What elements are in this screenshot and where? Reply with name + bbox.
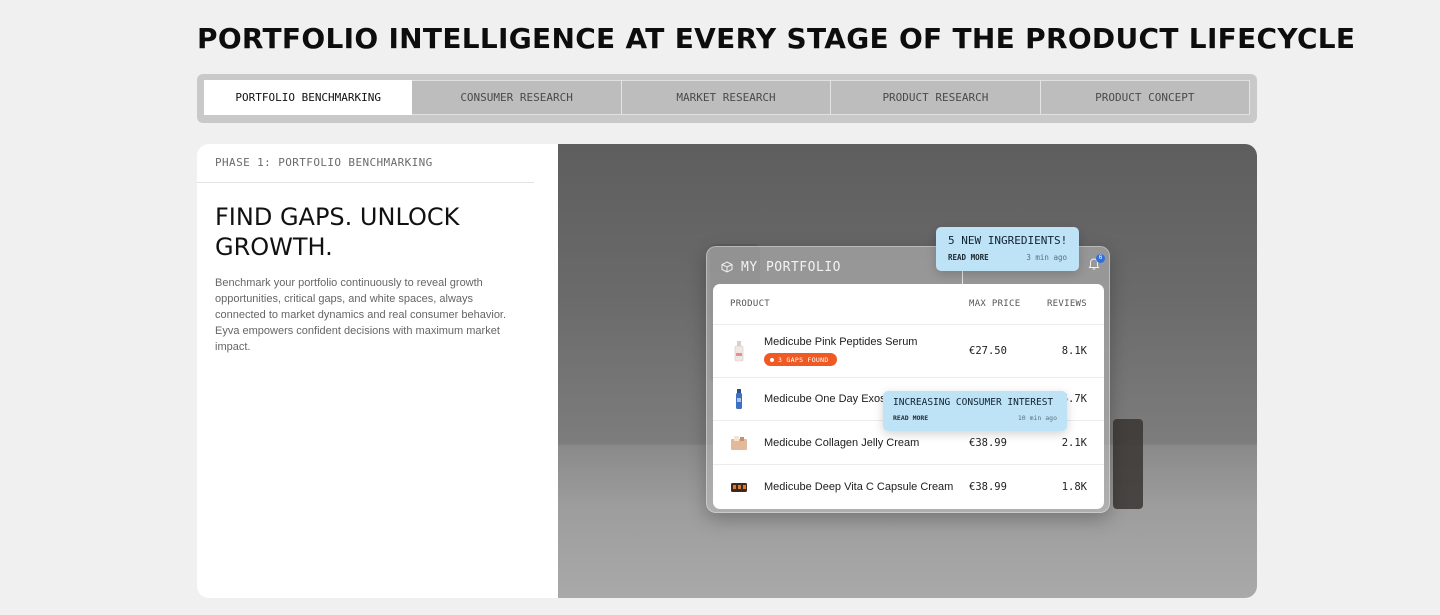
read-more-link[interactable]: READ MORE (893, 414, 928, 422)
tab-market-research[interactable]: MARKET RESEARCH (621, 80, 832, 115)
table-row[interactable]: Medicube Deep Vita C Capsule Cream €38.9… (713, 465, 1104, 508)
serum-bottle-icon (730, 340, 748, 362)
product-reviews: 8.1K (1061, 345, 1087, 357)
product-name: Medicube Collagen Jelly Cream (764, 436, 920, 449)
tab-consumer-research[interactable]: CONSUMER RESEARCH (412, 80, 622, 115)
callout-pointer (962, 271, 963, 285)
product-price: €38.99 (969, 480, 1007, 493)
cream-jar-icon (730, 432, 748, 454)
tab-product-research[interactable]: PRODUCT RESEARCH (831, 80, 1041, 115)
page-heading: PORTFOLIO INTELLIGENCE AT EVERY STAGE OF… (197, 22, 1356, 55)
table-row[interactable]: Medicube Pink Peptides Serum 3 GAPS FOUN… (713, 325, 1104, 378)
column-product: PRODUCT (730, 299, 771, 309)
callout-title: INCREASING CONSUMER INTEREST (893, 397, 1054, 408)
callout-title: 5 NEW INGREDIENTS! (948, 234, 1068, 247)
blue-bottle-icon (730, 388, 748, 410)
product-name: Medicube Deep Vita C Capsule Cream (764, 480, 954, 493)
product-price: €38.99 (969, 436, 1007, 449)
callout-time: 10 min ago (1017, 414, 1057, 422)
product-reviews: 2.1K (1061, 436, 1087, 449)
lifecycle-tabs: PORTFOLIO BENCHMARKING CONSUMER RESEARCH… (197, 74, 1257, 123)
read-more-link[interactable]: READ MORE (948, 253, 989, 262)
phase-divider (197, 182, 534, 183)
cube-icon (721, 261, 733, 273)
portfolio-header: MY PORTFOLIO (721, 257, 841, 277)
column-max-price: MAX PRICE (969, 299, 1021, 309)
table-header: PRODUCT MAX PRICE REVIEWS (713, 284, 1104, 325)
background-jar (1113, 419, 1143, 509)
product-visual: MY PORTFOLIO 6 PRODUCT MAX PRICE REVIEWS (558, 144, 1257, 598)
product-name: Medicube Pink Peptides Serum (764, 336, 918, 348)
phase-description: Benchmark your portfolio continuously to… (215, 277, 507, 353)
portfolio-panel: MY PORTFOLIO 6 PRODUCT MAX PRICE REVIEWS (706, 246, 1110, 513)
product-price: €27.50 (969, 345, 1007, 357)
callout-time: 3 min ago (1026, 253, 1067, 262)
portfolio-title: MY PORTFOLIO (741, 259, 841, 275)
callout-consumer-interest[interactable]: INCREASING CONSUMER INTEREST READ MORE 1… (883, 391, 1067, 431)
gaps-badge[interactable]: 3 GAPS FOUND (764, 353, 837, 366)
phase-text-panel: PHASE 1: PORTFOLIO BENCHMARKING FIND GAP… (197, 144, 558, 598)
phase-title: FIND GAPS. UNLOCK GROWTH. (215, 203, 460, 261)
phase-label: PHASE 1: PORTFOLIO BENCHMARKING (215, 156, 433, 169)
callout-new-ingredients[interactable]: 5 NEW INGREDIENTS! READ MORE 3 min ago (936, 227, 1079, 271)
capsule-cream-icon (730, 476, 748, 498)
column-reviews: REVIEWS (1046, 299, 1087, 309)
notification-badge: 6 (1096, 254, 1105, 263)
tab-portfolio-benchmarking[interactable]: PORTFOLIO BENCHMARKING (204, 80, 413, 115)
product-reviews: 1.8K (1061, 480, 1087, 493)
tab-product-concept[interactable]: PRODUCT CONCEPT (1040, 80, 1251, 115)
phase-card: PHASE 1: PORTFOLIO BENCHMARKING FIND GAP… (197, 144, 1257, 598)
